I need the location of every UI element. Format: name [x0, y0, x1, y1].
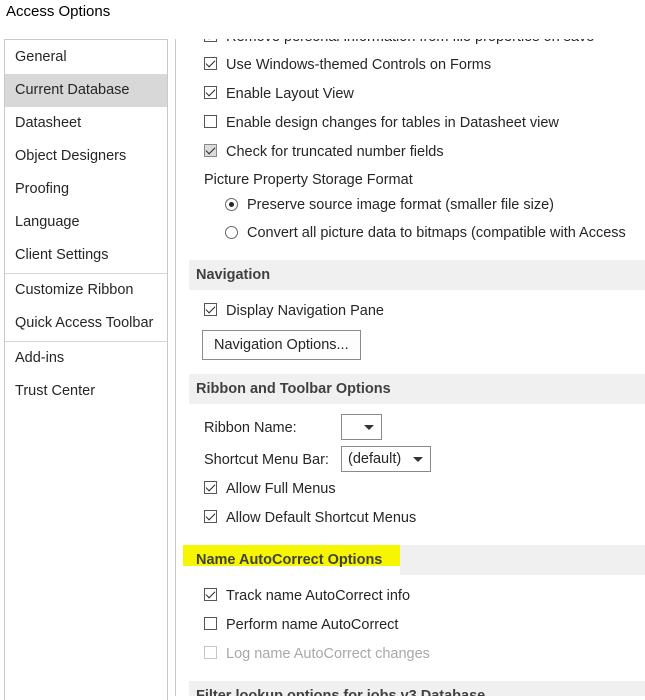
chevron-down-icon — [364, 425, 374, 430]
ribbon-name-dropdown[interactable] — [341, 414, 382, 440]
allow-full-menus-checkbox[interactable] — [204, 481, 217, 494]
enable-layout-view-checkbox[interactable] — [204, 86, 217, 99]
convert-to-bitmaps-label: Convert all picture data to bitmaps (com… — [247, 225, 626, 241]
sidebar-item-client-settings[interactable]: Client Settings — [5, 239, 167, 272]
window-title: Access Options — [6, 3, 111, 20]
sidebar-item-proofing[interactable]: Proofing — [5, 173, 167, 206]
filter-lookup-section-header: Filter lookup options for jobs v3 Databa… — [189, 681, 645, 696]
check-truncated-fields-label: Check for truncated number fields — [226, 144, 444, 160]
enable-layout-view-label: Enable Layout View — [226, 86, 354, 102]
sidebar-item-trust-center[interactable]: Trust Center — [5, 375, 167, 408]
ribbon-toolbar-section-header: Ribbon and Toolbar Options — [189, 374, 645, 404]
windows-themed-controls-checkbox[interactable] — [204, 57, 217, 70]
windows-themed-controls-label: Use Windows-themed Controls on Forms — [226, 57, 492, 73]
options-content-panel: Remove personal information from file pr… — [175, 39, 645, 696]
check-truncated-fields-checkbox[interactable] — [204, 144, 217, 157]
options-sidebar: General Current Database Datasheet Objec… — [4, 39, 168, 700]
chevron-down-icon — [413, 457, 423, 462]
sidebar-item-current-database[interactable]: Current Database — [5, 74, 167, 107]
log-autocorrect-label: Log name AutoCorrect changes — [226, 646, 430, 662]
display-navigation-pane-checkbox[interactable] — [204, 303, 217, 316]
sidebar-item-customize-ribbon[interactable]: Customize Ribbon — [5, 274, 167, 307]
shortcut-menu-bar-value: (default) — [348, 451, 402, 467]
allow-default-shortcut-label: Allow Default Shortcut Menus — [226, 510, 417, 526]
picture-format-label: Picture Property Storage Format — [204, 172, 413, 188]
shortcut-menu-bar-label: Shortcut Menu Bar: — [204, 452, 329, 468]
navigation-options-button[interactable]: Navigation Options... — [202, 330, 361, 360]
sidebar-item-language[interactable]: Language — [5, 206, 167, 239]
track-autocorrect-checkbox[interactable] — [204, 588, 217, 601]
allow-full-menus-label: Allow Full Menus — [226, 481, 336, 497]
preserve-source-format-label: Preserve source image format (smaller fi… — [247, 197, 555, 213]
preserve-source-format-radio[interactable] — [225, 198, 238, 211]
autocorrect-section-header: Name AutoCorrect Options — [196, 552, 383, 568]
remove-personal-info-checkbox[interactable] — [204, 39, 217, 42]
navigation-section-header: Navigation — [189, 260, 645, 290]
convert-to-bitmaps-radio[interactable] — [225, 226, 238, 239]
allow-default-shortcut-checkbox[interactable] — [204, 510, 217, 523]
track-autocorrect-label: Track name AutoCorrect info — [226, 588, 411, 604]
perform-autocorrect-label: Perform name AutoCorrect — [226, 617, 399, 633]
sidebar-item-add-ins[interactable]: Add-ins — [5, 342, 167, 375]
shortcut-menu-bar-dropdown[interactable]: (default) — [341, 446, 431, 472]
enable-design-changes-label: Enable design changes for tables in Data… — [226, 115, 559, 131]
sidebar-item-quick-access-toolbar[interactable]: Quick Access Toolbar — [5, 307, 167, 340]
sidebar-item-object-designers[interactable]: Object Designers — [5, 140, 167, 173]
perform-autocorrect-checkbox[interactable] — [204, 617, 217, 630]
sidebar-item-general[interactable]: General — [5, 41, 167, 74]
log-autocorrect-checkbox — [204, 646, 217, 659]
remove-personal-info-label: Remove personal information from file pr… — [226, 39, 594, 48]
ribbon-name-label: Ribbon Name: — [204, 420, 297, 436]
display-navigation-pane-label: Display Navigation Pane — [226, 303, 384, 319]
sidebar-item-datasheet[interactable]: Datasheet — [5, 107, 167, 140]
enable-design-changes-checkbox[interactable] — [204, 115, 217, 128]
